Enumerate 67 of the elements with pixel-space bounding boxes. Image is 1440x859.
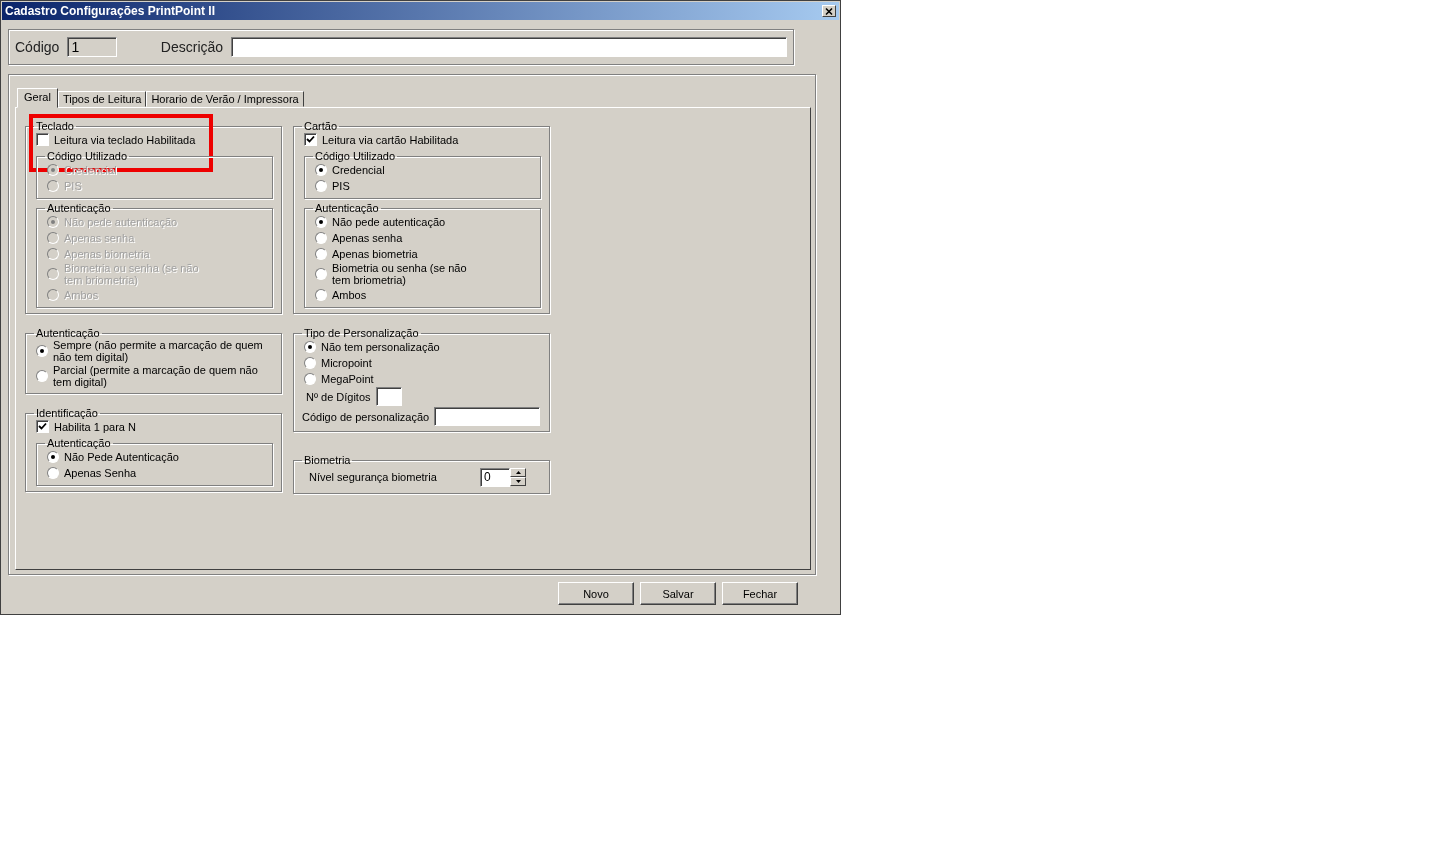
- radio-label: Credencial: [332, 163, 385, 176]
- tab[interactable]: Horario de Verão / Impressora: [146, 91, 304, 107]
- checkbox-label: Habilita 1 para N: [54, 420, 136, 433]
- spin-up-button[interactable]: [510, 468, 526, 477]
- group-title: Autenticação: [46, 202, 112, 214]
- radio-label: Não Pede Autenticação: [64, 450, 179, 463]
- radio-button[interactable]: [47, 466, 59, 479]
- field-label: Código de personalização: [302, 410, 430, 423]
- input-field[interactable]: [434, 407, 541, 426]
- up-arrow-icon: [515, 471, 521, 474]
- group-title: Autenticação: [35, 327, 101, 339]
- radio-label: Parcial (permite a marcação de quem não tem digital): [53, 364, 258, 388]
- code-label: Código: [15, 39, 60, 55]
- radio-button[interactable]: [315, 288, 327, 301]
- radio-label: Não pede autenticação: [332, 215, 446, 228]
- radio-label: Apenas Senha: [64, 466, 137, 479]
- radio-button[interactable]: [315, 215, 327, 228]
- checkbox[interactable]: [304, 133, 317, 146]
- tab[interactable]: Tipos de Leitura: [57, 91, 147, 107]
- field-label: Nível segurança biometria: [309, 471, 437, 483]
- checkbox-label: Leitura via teclado Habilitada: [54, 133, 196, 146]
- checkbox[interactable]: [36, 420, 49, 433]
- radio-button[interactable]: [315, 247, 327, 260]
- description-label: Descrição: [160, 39, 224, 55]
- radio-button[interactable]: [47, 450, 59, 463]
- group-title: Cartão: [303, 120, 339, 132]
- radio-button[interactable]: [315, 231, 327, 244]
- group-title: Identificação: [35, 407, 99, 419]
- radio-button[interactable]: [315, 179, 327, 192]
- radio-label: Micropoint: [321, 356, 372, 369]
- input-field[interactable]: [375, 387, 402, 406]
- group-title: Autenticação: [46, 437, 112, 449]
- radio-button[interactable]: [315, 163, 327, 176]
- radio-label: Não tem personalização: [321, 340, 440, 353]
- field-label: Nº de Dígitos: [306, 390, 371, 403]
- checkbox[interactable]: [36, 133, 49, 146]
- radio-button[interactable]: [36, 370, 48, 382]
- close-button[interactable]: [822, 5, 836, 17]
- radio-label: Apenas biometria: [332, 247, 418, 260]
- description-field[interactable]: [231, 37, 787, 57]
- dialog-button[interactable]: Novo: [558, 582, 634, 605]
- radio-label: Sempre (não permite a marcação de quem não tem digital): [53, 339, 263, 363]
- group-title: Tipo de Personalização: [303, 327, 420, 339]
- radio-button[interactable]: [304, 356, 316, 369]
- checkbox-label: Leitura via cartão Habilitada: [322, 133, 459, 146]
- radio-label: Ambos: [332, 288, 367, 301]
- group-title: Código Utilizado: [314, 150, 397, 162]
- radio-button[interactable]: [315, 268, 327, 280]
- group-title: Teclado: [35, 120, 75, 132]
- spin-down-button[interactable]: [510, 477, 526, 486]
- radio-label: Apenas senha: [332, 231, 403, 244]
- group-title: Biometria: [303, 454, 352, 466]
- radio-button[interactable]: [36, 345, 48, 357]
- down-arrow-icon: [515, 480, 521, 483]
- dialog-button[interactable]: Salvar: [640, 582, 716, 605]
- window-title: Cadastro Configurações PrintPoint II: [5, 4, 216, 18]
- radio-label: PIS: [332, 179, 350, 192]
- group-title: Código Utilizado: [46, 150, 129, 162]
- group-title: Autenticação: [314, 202, 380, 214]
- tab[interactable]: Geral: [17, 88, 58, 108]
- spin-field[interactable]: 0: [480, 467, 510, 487]
- code-field[interactable]: 1: [67, 37, 118, 57]
- radio-button[interactable]: [304, 372, 316, 385]
- radio-label: Biometria ou senha (se não tem briometria): [332, 262, 467, 286]
- dialog-button[interactable]: Fechar: [722, 582, 798, 605]
- radio-button[interactable]: [304, 340, 316, 353]
- radio-label: MegaPoint: [321, 372, 374, 385]
